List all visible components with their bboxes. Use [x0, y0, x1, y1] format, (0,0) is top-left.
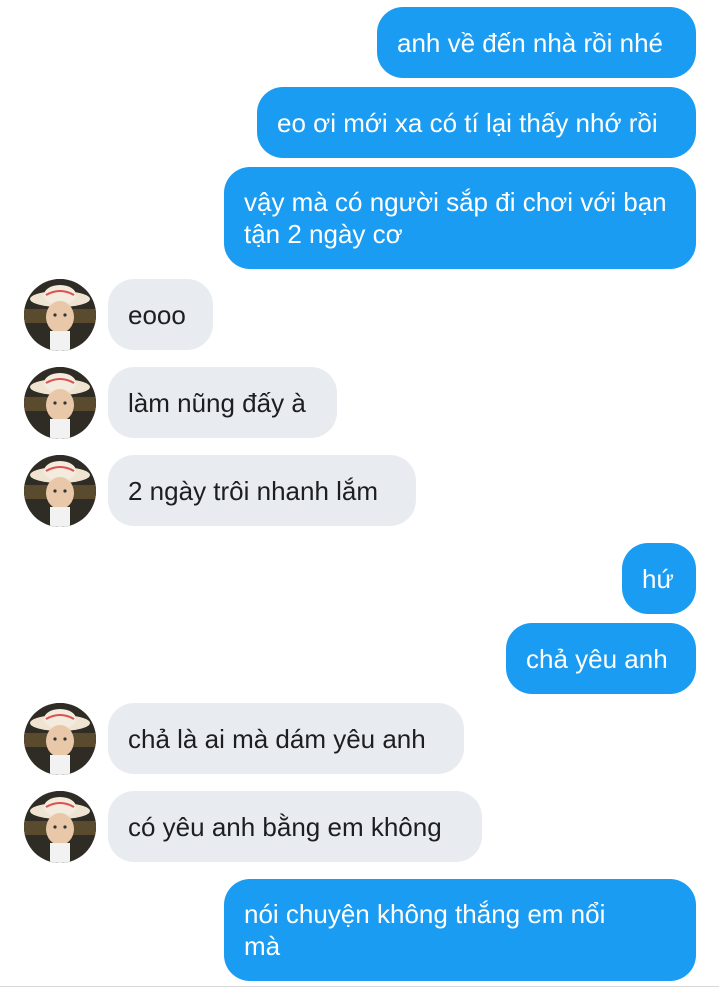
- contact-avatar[interactable]: [24, 703, 96, 775]
- message-text: hứ: [642, 563, 674, 594]
- avatar-photo-icon: [24, 367, 96, 439]
- message-bubble-outgoing[interactable]: chả yêu anh: [506, 623, 696, 694]
- avatar-photo-icon: [24, 279, 96, 351]
- divider: [0, 986, 719, 987]
- contact-avatar[interactable]: [24, 455, 96, 527]
- message-text: chả là ai mà dám yêu anh: [128, 723, 426, 754]
- message-text: eo ơi mới xa có tí lại thấy nhớ rồi: [277, 107, 658, 138]
- message-text: chả yêu anh: [526, 643, 668, 674]
- message-bubble-outgoing[interactable]: anh về đến nhà rồi nhé: [377, 7, 696, 78]
- message-text: vậy mà có người sắp đi chơi với bạn tận …: [244, 187, 667, 249]
- message-bubble-outgoing[interactable]: eo ơi mới xa có tí lại thấy nhớ rồi: [257, 87, 696, 158]
- message-bubble-incoming[interactable]: làm nũng đấy à: [108, 367, 337, 438]
- message-text: eooo: [128, 299, 186, 330]
- chat-thread: anh về đến nhà rồi nhé eo ơi mới xa có t…: [0, 0, 719, 996]
- message-bubble-outgoing[interactable]: vậy mà có người sắp đi chơi với bạn tận …: [224, 167, 696, 269]
- message-text: 2 ngày trôi nhanh lắm: [128, 475, 379, 506]
- message-bubble-incoming[interactable]: eooo: [108, 279, 213, 350]
- avatar-photo-icon: [24, 791, 96, 863]
- contact-avatar[interactable]: [24, 367, 96, 439]
- message-text: làm nũng đấy à: [128, 387, 306, 418]
- avatar-photo-icon: [24, 703, 96, 775]
- message-bubble-incoming[interactable]: 2 ngày trôi nhanh lắm: [108, 455, 416, 526]
- message-text: nói chuyện không thắng em nổi mà: [244, 899, 606, 961]
- message-bubble-incoming[interactable]: có yêu anh bằng em không: [108, 791, 482, 862]
- contact-avatar[interactable]: [24, 791, 96, 863]
- message-bubble-outgoing[interactable]: hứ: [622, 543, 696, 614]
- avatar-photo-icon: [24, 455, 96, 527]
- message-text: có yêu anh bằng em không: [128, 811, 442, 842]
- message-bubble-outgoing[interactable]: nói chuyện không thắng em nổi mà: [224, 879, 696, 981]
- contact-avatar[interactable]: [24, 279, 96, 351]
- message-bubble-incoming[interactable]: chả là ai mà dám yêu anh: [108, 703, 464, 774]
- message-text: anh về đến nhà rồi nhé: [397, 27, 663, 58]
